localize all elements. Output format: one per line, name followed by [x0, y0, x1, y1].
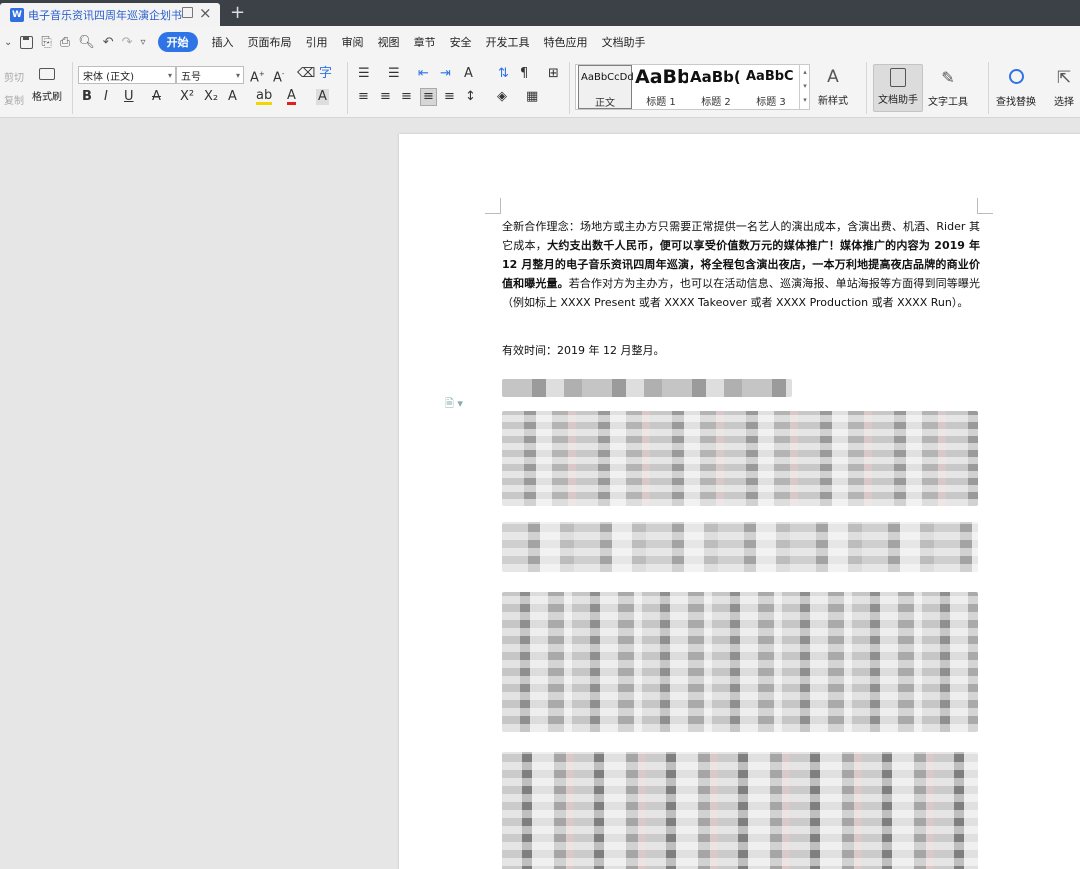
tab-0[interactable]: 开始	[157, 32, 198, 52]
styles-scroll-icon[interactable]: ▴ ▾ ▾	[799, 65, 810, 109]
align-right-icon[interactable]: ≡	[401, 89, 412, 105]
justify-icon[interactable]: ≡	[420, 88, 437, 106]
redacted-text-block	[502, 592, 978, 732]
menu-bar: ⌄ ⎘ ⎙ 🔍︎ ↶ ↷ ▿ 开始 插入 页面布局 引用 审阅 视图 章节 安全 开发工具 特色应…	[0, 26, 1080, 58]
style-heading-2[interactable]: AaBb( 标题 2	[689, 65, 743, 109]
increase-indent-icon[interactable]: ⇥	[440, 66, 451, 82]
copy-button[interactable]: 复制	[4, 92, 24, 107]
tab-1[interactable]: 插入	[212, 34, 234, 50]
doc-assistant-button[interactable]: 文档助手	[873, 64, 923, 112]
tab-6[interactable]: 章节	[414, 34, 436, 50]
document-tab[interactable]: W 电子音乐资讯四周年巡演企划书 ×	[0, 3, 220, 26]
chevron-down-icon: ▾	[235, 70, 240, 80]
bold-icon[interactable]: B	[82, 89, 92, 105]
grow-font-icon[interactable]: A+	[250, 66, 265, 86]
text-tools-button[interactable]: ✎ 文字工具	[928, 67, 968, 108]
font-color-icon[interactable]: A	[287, 89, 296, 105]
margin-corner-mark	[977, 198, 993, 214]
title-bar: W 电子音乐资讯四周年巡演企划书 × +	[0, 0, 1080, 26]
highlight-icon[interactable]: ab	[256, 89, 273, 105]
font-name-select[interactable]: 宋体 (正文) ▾	[78, 66, 176, 84]
margin-corner-mark	[485, 198, 501, 214]
tab-4[interactable]: 审阅	[342, 34, 364, 50]
char-shading-icon[interactable]: A	[316, 89, 329, 105]
wrench-icon: ✎	[941, 68, 955, 87]
find-replace-button[interactable]: 查找替换	[996, 67, 1036, 108]
print-preview-icon[interactable]: 🔍︎	[78, 36, 95, 49]
doc-assistant-icon	[890, 68, 906, 87]
menu-arrow-icon[interactable]: ⌄	[4, 36, 12, 49]
shrink-font-icon[interactable]: A-	[273, 66, 284, 86]
superscript-icon[interactable]: X²	[180, 89, 194, 105]
format-painter-button[interactable]: 格式刷	[32, 64, 62, 103]
save-icon[interactable]	[20, 35, 34, 49]
cursor-icon: ⇱	[1056, 68, 1072, 88]
new-tab-button[interactable]: +	[230, 2, 245, 24]
font-size-select[interactable]: 五号 ▾	[176, 66, 244, 84]
tab-10[interactable]: 文档助手	[602, 34, 646, 50]
redacted-text-block	[502, 379, 792, 397]
chinese-layout-icon[interactable]: A	[464, 66, 473, 82]
subscript-icon[interactable]: X₂	[204, 89, 218, 105]
redacted-text-block	[502, 522, 978, 572]
writer-app-icon: W	[10, 7, 24, 22]
distributed-icon[interactable]: ≡	[444, 89, 455, 105]
cut-button[interactable]: 剪切	[4, 69, 24, 84]
sort-icon[interactable]: ⇅	[498, 66, 509, 82]
search-icon	[1008, 69, 1024, 84]
body-paragraph[interactable]: 全新合作理念：场地方或主办方只需要正常提供一名艺人的演出成本，含演出费、机酒、R…	[502, 217, 980, 312]
export-icon[interactable]: ⎘	[41, 36, 51, 49]
redacted-text-block	[502, 752, 978, 869]
close-tab-icon[interactable]: ×	[199, 4, 212, 22]
paragraph-layout-icon[interactable]: 🗎︎ ▾	[445, 395, 463, 414]
phonetic-guide-icon[interactable]: 字	[319, 66, 332, 82]
new-style-button[interactable]: A 新样式	[818, 66, 848, 107]
customize-toolbar-icon[interactable]: ▿	[141, 36, 146, 49]
tab-7[interactable]: 安全	[450, 34, 472, 50]
select-button[interactable]: ⇱ 选择	[1053, 67, 1075, 108]
underline-icon[interactable]: U	[124, 89, 134, 105]
numbering-icon[interactable]: ☰	[388, 66, 400, 82]
tab-2[interactable]: 页面布局	[248, 34, 292, 50]
format-painter-icon	[39, 68, 55, 80]
ribbon-tabs: 开始 插入 页面布局 引用 审阅 视图 章节 安全 开发工具 特色应用 文档助手	[157, 32, 660, 52]
chevron-down-icon: ▾	[167, 70, 172, 80]
document-canvas[interactable]: 全新合作理念：场地方或主办方只需要正常提供一名艺人的演出成本，含演出费、机酒、R…	[0, 118, 1080, 869]
line-spacing-icon[interactable]: ↕	[465, 89, 476, 105]
style-heading-3[interactable]: AaBbC 标题 3	[744, 65, 798, 109]
bullets-icon[interactable]: ☰	[358, 66, 370, 82]
italic-icon[interactable]: I	[104, 89, 108, 105]
shading-icon[interactable]: ◈	[497, 89, 507, 105]
tab-3[interactable]: 引用	[306, 34, 328, 50]
redacted-text-block	[502, 411, 978, 506]
align-left-icon[interactable]: ≡	[358, 89, 369, 105]
valid-time-paragraph[interactable]: 有效时间：2019 年 12 月整月。	[502, 342, 664, 358]
tab-9[interactable]: 特色应用	[544, 34, 588, 50]
tab-8[interactable]: 开发工具	[486, 34, 530, 50]
text-effect-icon[interactable]: A	[228, 89, 237, 105]
pin-tab-icon[interactable]	[182, 7, 193, 18]
decrease-indent-icon[interactable]: ⇤	[418, 66, 429, 82]
undo-icon[interactable]: ↶	[103, 36, 114, 49]
ribbon-toolbar: 剪切 复制 格式刷 宋体 (正文) ▾ 五号 ▾ A+ A- ⌫ 字 B I U A…	[0, 58, 1080, 118]
strikethrough-icon[interactable]: A	[152, 89, 161, 105]
document-page[interactable]: 全新合作理念：场地方或主办方只需要正常提供一名艺人的演出成本，含演出费、机酒、R…	[399, 134, 1080, 869]
show-marks-icon[interactable]: ¶	[520, 66, 528, 82]
new-style-icon: A	[827, 67, 839, 87]
styles-gallery: AaBbCcDd 正文 AaBb 标题 1 AaBb( 标题 2 AaBbC 标…	[575, 64, 810, 110]
document-tab-title: 电子音乐资讯四周年巡演企划书	[28, 8, 182, 22]
clear-format-icon[interactable]: ⌫	[297, 66, 315, 82]
quick-access-toolbar: ⌄ ⎘ ⎙ 🔍︎ ↶ ↷ ▿	[0, 26, 158, 58]
style-normal[interactable]: AaBbCcDd 正文	[578, 65, 634, 109]
tab-5[interactable]: 视图	[378, 34, 400, 50]
table-tab-icon[interactable]: ⊞	[548, 66, 559, 82]
redo-icon[interactable]: ↷	[122, 36, 133, 49]
style-heading-1[interactable]: AaBb 标题 1	[634, 65, 688, 109]
align-center-icon[interactable]: ≡	[380, 89, 391, 105]
borders-icon[interactable]: ▦	[526, 89, 538, 105]
print-icon[interactable]: ⎙	[60, 36, 70, 49]
